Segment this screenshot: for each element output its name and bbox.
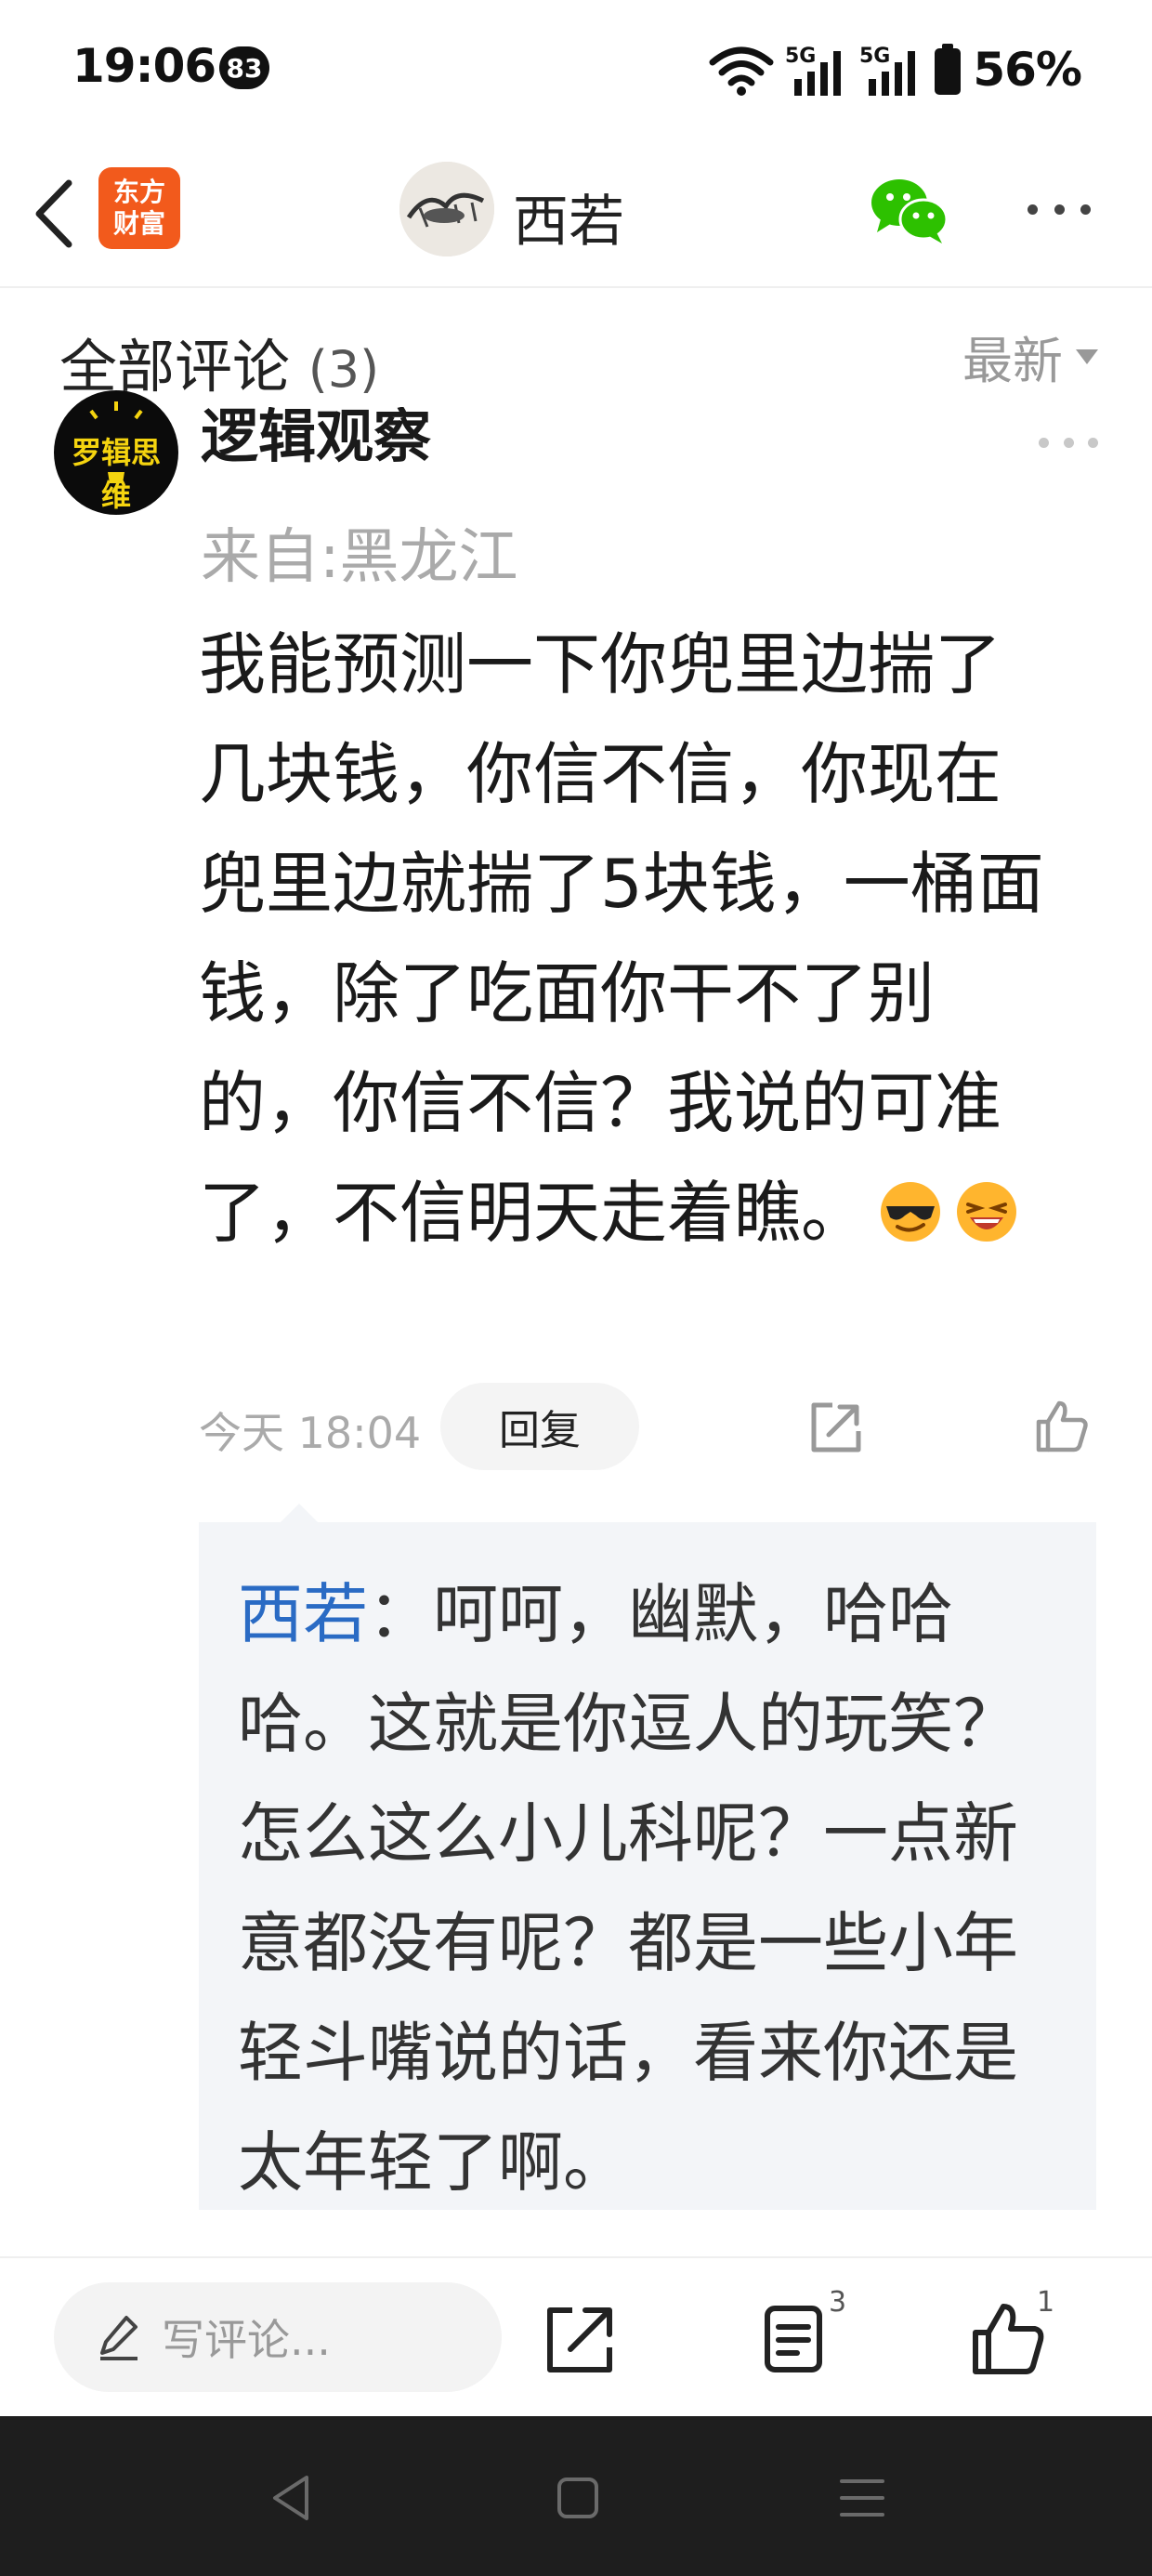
- comment-count: 3: [829, 2286, 847, 2319]
- share-comment-button[interactable]: [808, 1400, 864, 1455]
- share-icon: [547, 2307, 612, 2372]
- wifi-icon: [709, 46, 774, 96]
- back-arrow-icon: [35, 179, 72, 248]
- comment-timestamp: 今天 18:04: [199, 1408, 422, 1458]
- nav-menu-button[interactable]: [834, 2470, 890, 2526]
- author-avatar[interactable]: [399, 162, 494, 256]
- lightbulb-icon: [89, 401, 143, 483]
- share-article-button[interactable]: [539, 2297, 622, 2381]
- notification-badge: 83: [219, 46, 269, 89]
- sort-dropdown[interactable]: 最新: [962, 320, 1098, 393]
- comment-list-icon: [765, 2306, 822, 2372]
- back-button[interactable]: [26, 175, 82, 253]
- battery-percent: 56%: [973, 43, 1082, 97]
- commenter-name[interactable]: 逻辑观察: [201, 407, 431, 481]
- more-icon-dot: [1088, 437, 1098, 448]
- reply-button[interactable]: 回复: [440, 1383, 639, 1470]
- nav-back-icon: [273, 2476, 308, 2520]
- sort-label: 最新: [962, 332, 1063, 390]
- reply-box: 西若：呵呵，幽默，哈哈哈。这就是你逗人的玩笑？怎么这么小儿科呢？一点新意都没有呢…: [199, 1522, 1096, 2210]
- more-icon-dot: [1063, 437, 1074, 448]
- system-nav-bar: [0, 2416, 1152, 2576]
- more-icon-dot: [1080, 204, 1091, 215]
- more-icon-dot: [1028, 204, 1038, 215]
- wechat-icon: [871, 179, 949, 243]
- nav-home-button[interactable]: [550, 2470, 606, 2526]
- author-name[interactable]: 西若: [513, 177, 624, 257]
- status-icons: 5G 5G 56%: [709, 37, 1082, 102]
- reply-pointer: [279, 1504, 320, 1524]
- app-logo-line1: 东方: [112, 177, 165, 207]
- caret-down-icon: [1076, 348, 1098, 364]
- comment-input-placeholder: 写评论...: [162, 2315, 331, 2365]
- like-comment-button[interactable]: [1033, 1398, 1091, 1455]
- app-logo-line2: 财富: [112, 208, 165, 239]
- svg-text:5G: 5G: [859, 45, 890, 68]
- thumbs-up-icon: [1036, 1400, 1088, 1452]
- comments-count: (3): [308, 340, 380, 399]
- status-time: 19:06: [72, 39, 216, 93]
- status-bar: 19:06 83 5G 5G 56%: [0, 0, 1152, 139]
- bottom-action-bar: 写评论... 3 1: [0, 2256, 1152, 2414]
- nav-back-button[interactable]: [264, 2470, 320, 2526]
- more-icon-dot: [1054, 204, 1065, 215]
- comments-button[interactable]: [754, 2297, 838, 2381]
- wechat-share-button[interactable]: [870, 173, 949, 247]
- reply-separator: ：: [368, 1576, 433, 1652]
- laughing-emoji: [957, 1182, 1017, 1242]
- comment-body: 我能预测一下你兜里边揣了几块钱，你信不信，你现在兜里边就揣了5块钱，一桶面钱，除…: [199, 610, 1063, 1268]
- like-count: 1: [1037, 2286, 1055, 2319]
- sunglasses-emoji: [881, 1182, 941, 1242]
- pencil-icon: [100, 2316, 137, 2360]
- comment-text: 我能预测一下你兜里边揣了几块钱，你信不信，你现在兜里边就揣了5块钱，一桶面钱，除…: [199, 625, 1044, 1252]
- app-logo[interactable]: 东方 财富: [98, 167, 180, 249]
- svg-text:5G: 5G: [785, 45, 816, 68]
- share-icon: [811, 1402, 861, 1452]
- write-comment-input[interactable]: 写评论...: [54, 2282, 502, 2392]
- article-header: 东方 财富 西若: [0, 139, 1152, 288]
- reply-author[interactable]: 西若: [238, 1576, 368, 1652]
- ink-painting-image: [399, 162, 494, 256]
- more-icon-dot: [1039, 437, 1049, 448]
- battery-icon: [935, 44, 962, 95]
- more-button[interactable]: [1022, 186, 1096, 232]
- nav-menu-icon: [840, 2479, 884, 2517]
- signal-5g-icon: 5G: [785, 45, 842, 96]
- commenter-avatar[interactable]: 罗辑思维: [54, 390, 178, 515]
- comment-location: 来自:黑龙江: [201, 523, 518, 592]
- comment-more-button[interactable]: [1039, 433, 1098, 452]
- nav-home-icon: [557, 2477, 598, 2518]
- signal-5g-icon-2: 5G: [859, 45, 916, 96]
- reply-text: 呵呵，幽默，哈哈哈。这就是你逗人的玩笑？怎么这么小儿科呢？一点新意都没有呢？都是…: [238, 1576, 1018, 2201]
